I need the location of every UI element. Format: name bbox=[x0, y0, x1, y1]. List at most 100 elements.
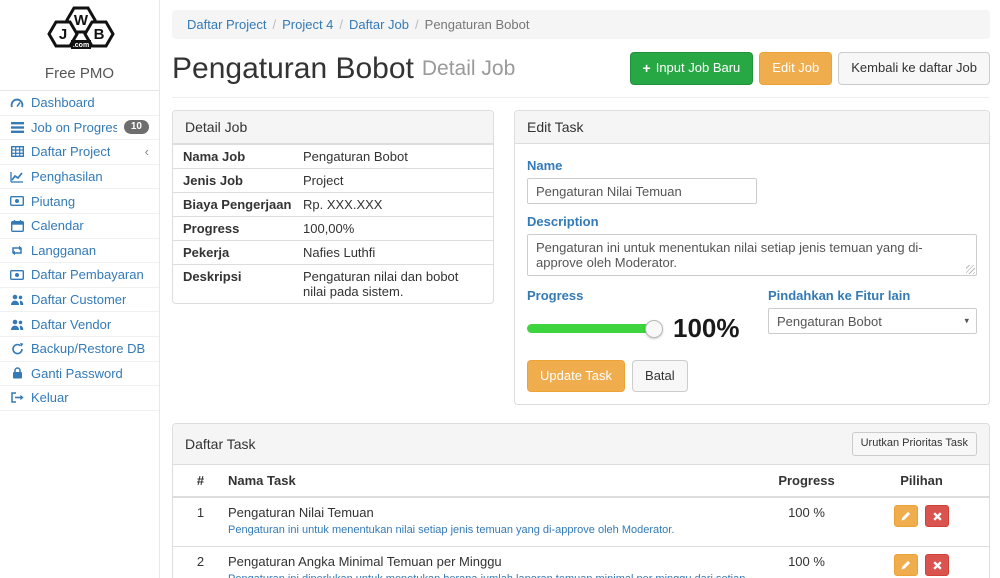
sidebar-item-label: Ganti Password bbox=[31, 366, 123, 381]
sidebar-item-keluar[interactable]: Keluar bbox=[0, 386, 159, 411]
detail-row-deskripsi: Deskripsi Pengaturan nilai dan bobot nil… bbox=[173, 264, 493, 303]
detail-label: Deskripsi bbox=[183, 269, 303, 299]
page-header: Pengaturan Bobot Detail Job + Input Job … bbox=[172, 52, 990, 98]
move-feature-select[interactable]: Pengaturan Bobot ▾ bbox=[768, 308, 977, 334]
sidebar-item-label: Penghasilan bbox=[31, 169, 103, 184]
sidebar-item-label: Daftar Pembayaran bbox=[31, 267, 144, 282]
job-count-badge: 10 bbox=[124, 120, 149, 134]
detail-row-progress: Progress 100,00% bbox=[173, 216, 493, 240]
breadcrumb-separator: / bbox=[272, 17, 276, 32]
input-job-baru-label: Input Job Baru bbox=[656, 59, 741, 77]
pencil-icon bbox=[900, 510, 912, 522]
breadcrumb-link-daftar-job[interactable]: Daftar Job bbox=[349, 17, 409, 32]
calendar-icon bbox=[10, 219, 24, 232]
breadcrumb-link-project-4[interactable]: Project 4 bbox=[282, 17, 333, 32]
sidebar: W J B .com Free PMO Dashboard Job on Pro… bbox=[0, 0, 160, 578]
detail-row-nama-job: Nama Job Pengaturan Bobot bbox=[173, 144, 493, 168]
lock-icon bbox=[10, 367, 24, 380]
sidebar-item-backup-restore[interactable]: Backup/Restore DB bbox=[0, 337, 159, 362]
update-task-button[interactable]: Update Task bbox=[527, 360, 625, 392]
task-number: 1 bbox=[173, 505, 228, 520]
move-feature-label: Pindahkan ke Fitur lain bbox=[768, 288, 977, 303]
svg-text:B: B bbox=[93, 26, 104, 43]
sidebar-item-ganti-password[interactable]: Ganti Password bbox=[0, 362, 159, 387]
sidebar-item-daftar-pembayaran[interactable]: Daftar Pembayaran bbox=[0, 263, 159, 288]
detail-label: Progress bbox=[183, 221, 303, 236]
x-icon bbox=[933, 561, 942, 570]
sidebar-item-daftar-vendor[interactable]: Daftar Vendor bbox=[0, 312, 159, 337]
users-icon bbox=[10, 293, 24, 306]
task-description-textarea[interactable]: Pengaturan ini untuk menentukan nilai se… bbox=[527, 234, 977, 276]
urutkan-prioritas-task-button-top[interactable]: Urutkan Prioritas Task bbox=[852, 432, 977, 456]
detail-label: Nama Job bbox=[183, 149, 303, 164]
task-description: Pengaturan ini diperlukan untuk menetuka… bbox=[228, 572, 749, 578]
brand-name: Free PMO bbox=[0, 65, 159, 82]
refresh-icon bbox=[10, 342, 24, 355]
description-label: Description bbox=[527, 214, 977, 229]
edit-job-button[interactable]: Edit Job bbox=[759, 52, 832, 84]
page-subtitle: Detail Job bbox=[422, 57, 515, 81]
sidebar-item-penghasilan[interactable]: Penghasilan bbox=[0, 165, 159, 190]
chevron-down-icon: ▾ bbox=[964, 316, 969, 327]
edit-task-panel-title: Edit Task bbox=[515, 111, 989, 144]
progress-slider-handle[interactable] bbox=[645, 320, 663, 338]
sidebar-item-daftar-project[interactable]: Daftar Project ‹ bbox=[0, 140, 159, 165]
app-window: W J B .com Free PMO Dashboard Job on Pro… bbox=[0, 0, 1000, 578]
retweet-icon bbox=[10, 244, 24, 257]
detail-row-pekerja: Pekerja Nafies Luthfi bbox=[173, 240, 493, 264]
textarea-resize-handle[interactable] bbox=[966, 265, 975, 274]
edit-task-button[interactable] bbox=[894, 505, 918, 527]
pencil-icon bbox=[900, 559, 912, 571]
sidebar-item-label: Job on Progress bbox=[31, 120, 117, 135]
task-description: Pengaturan ini untuk menentukan nilai se… bbox=[228, 523, 749, 539]
progress-slider[interactable] bbox=[527, 324, 659, 333]
task-table-header: # Nama Task Progress Pilihan bbox=[173, 465, 989, 497]
svg-text:J: J bbox=[58, 26, 66, 43]
input-job-baru-button[interactable]: + Input Job Baru bbox=[630, 52, 754, 84]
daftar-task-panel-title: Daftar Task bbox=[185, 436, 256, 452]
edit-task-button[interactable] bbox=[894, 554, 918, 576]
sidebar-item-piutang[interactable]: Piutang bbox=[0, 189, 159, 214]
logo: W J B .com Free PMO bbox=[0, 0, 159, 91]
sidebar-item-label: Daftar Vendor bbox=[31, 317, 111, 332]
detail-value: 100,00% bbox=[303, 221, 483, 236]
sidebar-item-langganan[interactable]: Langganan bbox=[0, 239, 159, 264]
task-name-input[interactable] bbox=[527, 178, 757, 204]
sign-out-icon bbox=[10, 391, 24, 404]
breadcrumb-link-daftar-project[interactable]: Daftar Project bbox=[187, 17, 266, 32]
svg-text:.com: .com bbox=[72, 42, 88, 49]
batal-button[interactable]: Batal bbox=[632, 360, 688, 392]
bars-icon bbox=[10, 121, 24, 134]
sidebar-item-label: Langganan bbox=[31, 243, 96, 258]
sidebar-item-calendar[interactable]: Calendar bbox=[0, 214, 159, 239]
sidebar-item-daftar-customer[interactable]: Daftar Customer bbox=[0, 288, 159, 313]
detail-label: Jenis Job bbox=[183, 173, 303, 188]
column-header-nama-task: Nama Task bbox=[228, 473, 759, 488]
jwb-logo-icon: W J B .com bbox=[24, 6, 136, 58]
name-label: Name bbox=[527, 158, 977, 173]
sidebar-item-job-on-progress[interactable]: Job on Progress 10 bbox=[0, 116, 159, 141]
page-title: Pengaturan Bobot bbox=[172, 52, 414, 85]
dashboard-icon bbox=[10, 96, 24, 109]
sidebar-item-label: Keluar bbox=[31, 390, 69, 405]
table-row: 2 Pengaturan Angka Minimal Temuan per Mi… bbox=[173, 546, 989, 578]
detail-job-panel: Detail Job Nama Job Pengaturan Bobot Jen… bbox=[172, 110, 494, 304]
sidebar-item-label: Calendar bbox=[31, 218, 84, 233]
table-icon bbox=[10, 145, 24, 158]
breadcrumb-separator: / bbox=[339, 17, 343, 32]
breadcrumb-separator: / bbox=[415, 17, 419, 32]
kembali-ke-daftar-job-button[interactable]: Kembali ke daftar Job bbox=[838, 52, 990, 84]
sidebar-item-dashboard[interactable]: Dashboard bbox=[0, 91, 159, 116]
table-row: 1 Pengaturan Nilai Temuan Pengaturan ini… bbox=[173, 497, 989, 546]
detail-value: Rp. XXX.XXX bbox=[303, 197, 483, 212]
svg-text:W: W bbox=[73, 12, 88, 29]
delete-task-button[interactable] bbox=[925, 554, 949, 576]
detail-row-jenis-job: Jenis Job Project bbox=[173, 168, 493, 192]
detail-value: Project bbox=[303, 173, 483, 188]
task-number: 2 bbox=[173, 554, 228, 569]
delete-task-button[interactable] bbox=[925, 505, 949, 527]
detail-row-biaya-pengerjaan: Biaya Pengerjaan Rp. XXX.XXX bbox=[173, 192, 493, 216]
column-header-progress: Progress bbox=[759, 473, 854, 488]
sidebar-item-label: Dashboard bbox=[31, 95, 95, 110]
detail-value: Nafies Luthfi bbox=[303, 245, 483, 260]
